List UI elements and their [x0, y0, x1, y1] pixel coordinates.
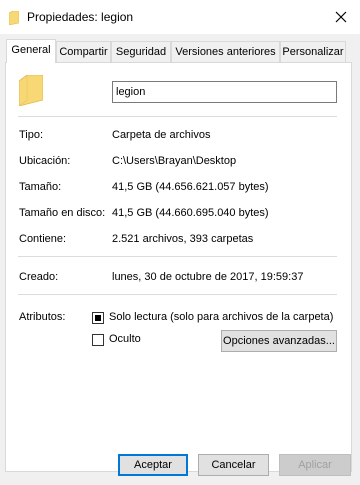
tamano-label: Tamaño:	[19, 181, 62, 193]
separator	[18, 294, 337, 295]
tamano-en-disco-value: 41,5 GB (44.660.695.040 bytes)	[112, 207, 269, 219]
cancel-button[interactable]: Cancelar	[198, 454, 269, 476]
ubicacion-value: C:\Users\Brayan\Desktop	[112, 155, 237, 167]
creado-value: lunes, 30 de octubre de 2017, 19:59:37	[112, 271, 304, 283]
tamano-value: 41,5 GB (44.656.621.057 bytes)	[112, 181, 269, 193]
tab-seguridad[interactable]: Seguridad	[111, 41, 171, 62]
title-bar: Propiedades: legion	[0, 0, 360, 34]
read-only-checkbox[interactable]	[92, 312, 104, 324]
accept-button[interactable]: Aceptar	[118, 454, 188, 476]
separator	[18, 256, 337, 257]
window-title: Propiedades: legion	[27, 10, 134, 24]
tamano-en-disco-label: Tamaño en disco:	[19, 207, 106, 219]
hidden-label[interactable]: Oculto	[109, 333, 141, 345]
separator	[18, 116, 337, 117]
creado-label: Creado:	[19, 271, 59, 283]
dialog-client-area: General Compartir Seguridad Versiones an…	[0, 34, 360, 485]
contiene-value: 2.521 archivos, 393 carpetas	[112, 233, 254, 245]
advanced-options-button[interactable]: Opciones avanzadas...	[221, 330, 337, 352]
atributos-label: Atributos:	[19, 311, 66, 323]
tab-compartir[interactable]: Compartir	[56, 41, 111, 62]
tab-personalizar[interactable]: Personalizar	[280, 41, 346, 62]
folder-name-input[interactable]	[112, 81, 337, 103]
tipo-value: Carpeta de archivos	[112, 129, 211, 141]
folder-icon	[9, 11, 19, 25]
contiene-label: Contiene:	[19, 233, 67, 245]
close-x-icon[interactable]	[333, 9, 349, 25]
apply-button[interactable]: Aplicar	[279, 454, 351, 476]
general-tab-panel	[5, 62, 352, 472]
tab-general[interactable]: General	[6, 39, 56, 63]
hidden-checkbox[interactable]	[92, 334, 104, 346]
tipo-label: Tipo:	[19, 129, 44, 141]
read-only-label[interactable]: Solo lectura (solo para archivos de la c…	[109, 311, 333, 323]
ubicacion-label: Ubicación:	[19, 155, 71, 167]
folder-icon	[19, 75, 43, 106]
tab-versiones-anteriores[interactable]: Versiones anteriores	[171, 41, 280, 62]
